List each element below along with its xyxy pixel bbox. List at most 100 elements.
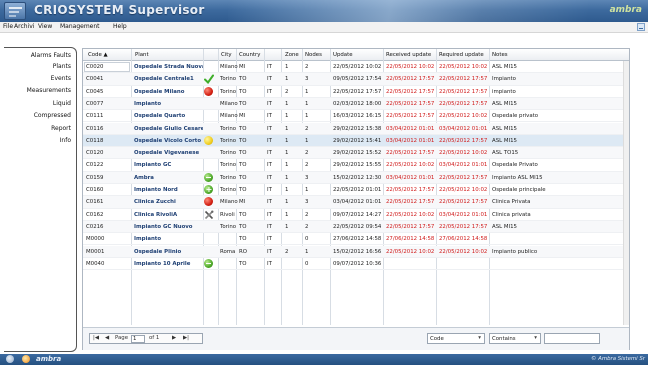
col-header-zone[interactable]: Zone	[285, 52, 299, 59]
cell-nation: IT	[267, 113, 272, 120]
filter-operator-select[interactable]: Contains ▾	[489, 333, 541, 344]
sidebar-item-info[interactable]: Info	[4, 137, 75, 144]
sidebar-item-measurements[interactable]: Measurements	[4, 87, 75, 94]
menu-help[interactable]: Help	[113, 23, 127, 30]
table-row[interactable]: C0116 Ospedale Giulio Cesare Torino TO IT 1 2 2…	[83, 122, 629, 135]
cell-plant: Impianto Nord	[134, 187, 178, 193]
table-row[interactable]: C0122 Impianto GC Torino TO IT 1 2 29/02/2012 1…	[83, 159, 629, 172]
col-header-country[interactable]: Country	[239, 52, 260, 59]
table-row[interactable]: C0161 Clinica Zucchi Milano MI IT 1 3 03/04/201…	[83, 196, 629, 209]
cell-code: M0000	[86, 236, 105, 243]
page-number-input[interactable]: 1	[131, 335, 145, 343]
cell-city: Torino	[220, 137, 237, 144]
table-row[interactable]: C0118 Ospedale Vicolo Corto Torino TO IT 1 1 29…	[83, 134, 629, 148]
menu-archivi[interactable]: Archivi	[14, 23, 34, 30]
table-row[interactable]: M0000 Impianto TO IT 0 27/06/2012 14:58 27/06/…	[83, 233, 629, 246]
table-row[interactable]: C0077 Impianto Milano TO IT 1 1 02/03/2012 18:0…	[83, 97, 629, 111]
cell-country: TO	[239, 162, 247, 169]
cell-code: M0001	[86, 248, 105, 255]
table-row[interactable]: C0041 Ospedale Centrale1 Torino TO IT 1 3 09/05…	[83, 73, 629, 86]
cell-received: 22/05/2012 10:02	[386, 162, 435, 169]
col-header-required-update[interactable]: Required update	[439, 52, 484, 59]
col-header-nodes[interactable]: Nodes	[305, 52, 322, 59]
cell-notes: ASL MI15	[492, 100, 517, 107]
cell-notes: ASL MI15	[492, 64, 517, 70]
cell-nation: IT	[267, 248, 272, 255]
menu-bar: File Archivi View Management Help	[0, 22, 648, 33]
cell-received: 22/05/2012 17:57	[386, 88, 435, 95]
table-row[interactable]: C0160 Impianto Nord TorinoTO IT 1 1 22/05/2012…	[83, 184, 629, 197]
col-header-notes[interactable]: Notes	[492, 52, 508, 59]
copyright-text: © Ambra Sistemi Sr	[591, 356, 645, 362]
sidebar-item-alarms-faults[interactable]: Alarms Faults	[4, 52, 75, 59]
cell-received: 22/05/2012 10:02	[386, 64, 435, 70]
prev-page-button[interactable]: ◀	[105, 335, 109, 341]
filter-value-input[interactable]	[544, 333, 600, 344]
cell-nodes: 2	[305, 211, 309, 218]
cell-nation: IT	[267, 211, 272, 218]
col-header-city[interactable]: City	[221, 52, 232, 59]
cell-zone: 1	[285, 137, 289, 144]
col-header-code[interactable]: Code ▲	[88, 52, 108, 59]
table-row[interactable]: C0111 Ospedale Quarto Milano MI IT 1 1 16/03/20…	[83, 110, 629, 123]
cell-city: Torino	[220, 88, 237, 95]
cell-received: 22/05/2012 10:02	[386, 211, 435, 218]
table-row[interactable]: C0045 Ospedale Milano Torino TO IT 2 1 22/05/20…	[83, 86, 629, 98]
next-page-button[interactable]: ▶	[172, 335, 176, 341]
table-row[interactable]: M0001 Ospedale Plinio Roma RO IT 2 1 15/02/2012…	[83, 245, 629, 258]
sidebar-item-plants[interactable]: Plants	[4, 63, 75, 70]
table-row[interactable]: M0040 Impianto 10 Aprile TO IT 0 09/07/2012 1…	[83, 258, 629, 271]
cell-received: 22/05/2012 17:57	[386, 223, 435, 230]
table-row[interactable]: C0020 Ospedale Strada Nuova Milano MI IT 1 2 22…	[83, 61, 629, 74]
cell-received: 22/05/2012 17:57	[386, 100, 435, 107]
table-row[interactable]: C0159 Ambra Torino TO IT 1 3 15/02/2012 12:30 03…	[83, 171, 629, 184]
warning-status-icon	[204, 135, 213, 145]
cell-update: 22/05/2012 10:02	[333, 64, 382, 70]
cell-notes: Ospedale principale	[492, 187, 546, 193]
cell-received: 22/05/2012 17:57	[386, 113, 435, 120]
cell-nodes: 2	[305, 125, 309, 132]
sidebar-item-events[interactable]: Events	[4, 75, 75, 82]
first-page-button[interactable]: |◀	[93, 335, 99, 341]
cell-nodes: 1	[305, 113, 309, 120]
filter-field-select[interactable]: Code ▾	[427, 333, 485, 344]
menu-management[interactable]: Management	[60, 23, 100, 30]
minimize-icon[interactable]	[637, 23, 645, 31]
cell-plant: Ospedale Centrale1	[134, 76, 194, 83]
cell-notes: ASL MI15	[492, 223, 517, 230]
cell-code: C0160	[86, 187, 104, 193]
cell-nodes: 1	[305, 248, 309, 255]
cell-city: Milano	[220, 64, 238, 70]
cell-code: C0159	[86, 174, 104, 181]
cell-nation: IT	[267, 76, 272, 83]
table-row[interactable]: C0216 Impianto GC Nuovo Torino TO IT 1 2 22/05/…	[83, 220, 629, 234]
col-header-received-update[interactable]: Received update	[386, 52, 431, 59]
cell-update: 09/07/2012 10:36	[333, 260, 382, 267]
cell-required: 22/05/2012 10:02	[439, 64, 488, 70]
cell-required: 27/06/2012 14:58	[439, 236, 488, 243]
alarm-status-icon	[204, 86, 213, 96]
table-row[interactable]: C0120 Ospedale Vigevanese Torino TO IT 1 2 29/0…	[83, 147, 629, 160]
cell-city: Torino	[220, 174, 237, 181]
cell-plant: Clinica RivoliA	[134, 211, 178, 218]
page-label: Page	[115, 335, 129, 341]
table-row[interactable]: C0162 Clinica RivoliA Rivoli TO IT 1 2 09/07/20…	[83, 209, 629, 221]
col-header-update[interactable]: Update	[333, 52, 353, 59]
cell-city: Milano	[220, 100, 238, 107]
cell-notes: impianto	[492, 88, 516, 95]
cell-code: C0161	[86, 199, 104, 206]
cell-notes: Impianto	[492, 76, 516, 83]
sidebar-item-report[interactable]: Report	[4, 125, 75, 132]
menu-file[interactable]: File	[3, 23, 13, 30]
cell-city: Torino	[220, 125, 237, 132]
col-header-plant[interactable]: Plant	[135, 52, 149, 59]
cell-country: TO	[239, 223, 247, 230]
grid-scrollbar[interactable]	[623, 61, 629, 325]
menu-view[interactable]: View	[38, 23, 52, 30]
cell-nation: IT	[267, 137, 272, 144]
last-page-button[interactable]: ▶|	[183, 335, 189, 341]
sidebar-item-compressed[interactable]: Compressed	[4, 112, 75, 119]
sidebar-item-liquid[interactable]: Liquid	[4, 100, 75, 107]
cell-update: 03/04/2012 01:01	[333, 199, 382, 206]
cell-country: MI	[239, 64, 246, 70]
